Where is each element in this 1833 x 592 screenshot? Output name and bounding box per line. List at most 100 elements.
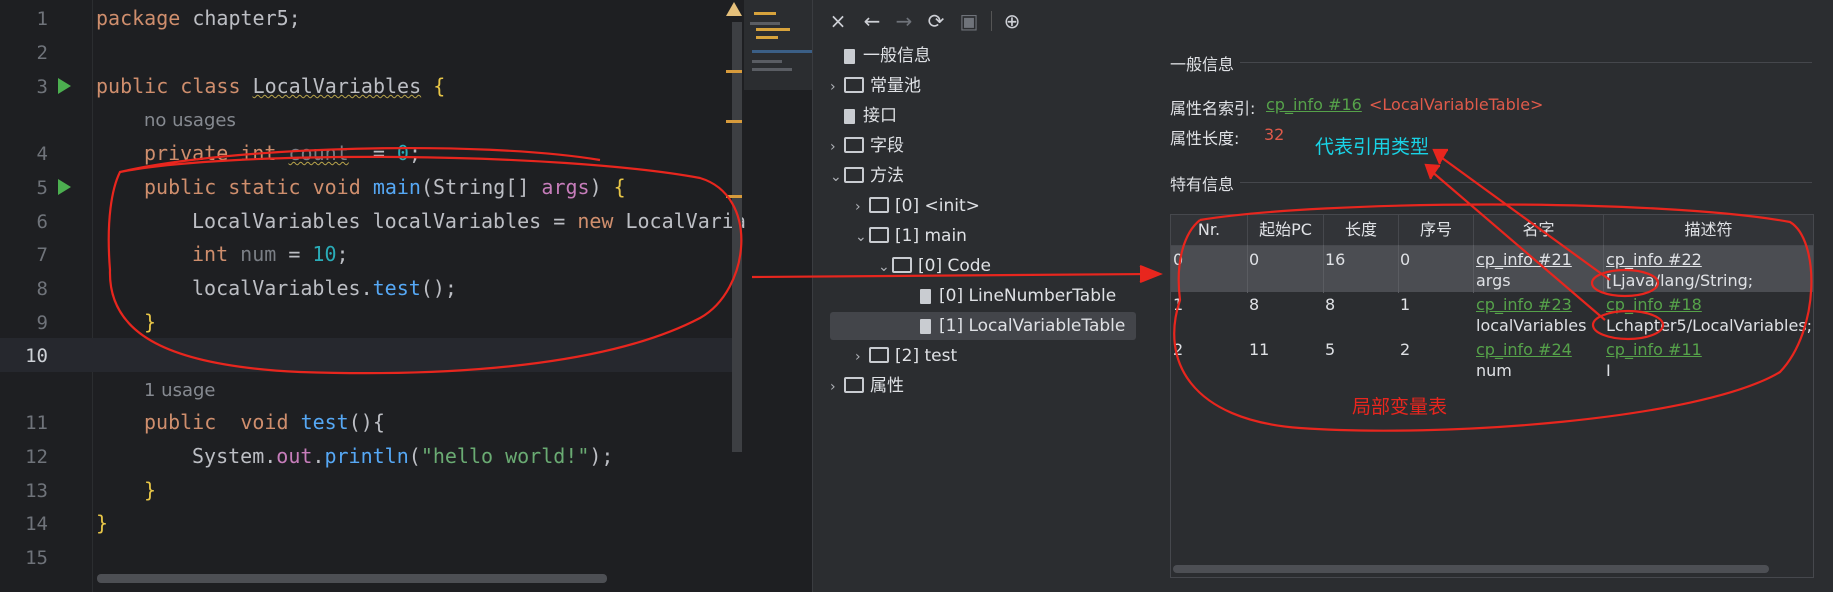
col-header-name[interactable]: 名字 xyxy=(1474,215,1604,246)
line-number: 1 xyxy=(36,8,48,30)
table-row[interactable]: 1 8 8 1 cp_info #23 localVariables cp_inf… xyxy=(1171,291,1813,337)
chevron-down-icon: ⌄ xyxy=(855,229,867,245)
line-number: 13 xyxy=(25,480,48,502)
column-separator xyxy=(1473,245,1474,293)
cell-descriptor: cp_info #22 [Ljava/lang/String; xyxy=(1606,250,1754,290)
save-icon[interactable]: ▣ xyxy=(958,10,980,32)
name-link[interactable]: cp_info #24 xyxy=(1476,340,1572,359)
code-line-6: LocalVariables localVariables = new Loca… xyxy=(192,209,746,233)
code-line-13: } xyxy=(144,478,157,502)
tree-item-constant-pool[interactable]: › 常量池 xyxy=(830,72,921,100)
cell-length: 16 xyxy=(1325,250,1346,269)
attr-name-index-link[interactable]: cp_info #16 xyxy=(1266,95,1362,114)
code-line-1: package chapter5; xyxy=(96,6,301,30)
code-line-3: public class LocalVariables { xyxy=(96,74,446,98)
folder-icon xyxy=(892,257,912,273)
cell-name: cp_info #21 args xyxy=(1476,250,1572,290)
col-header-descriptor[interactable]: 描述符 xyxy=(1604,215,1813,246)
attr-length-label: 属性长度: xyxy=(1170,129,1240,148)
forward-icon[interactable]: → xyxy=(893,10,915,32)
close-icon[interactable]: × xyxy=(827,10,849,32)
warning-marker[interactable] xyxy=(726,70,742,73)
chevron-down-icon: ⌄ xyxy=(878,259,890,275)
folder-icon xyxy=(869,347,889,363)
back-icon[interactable]: ← xyxy=(861,10,883,32)
col-header-index[interactable]: 序号 xyxy=(1399,215,1474,246)
tree-item-attributes[interactable]: › 属性 xyxy=(830,372,904,400)
chevron-right-icon: › xyxy=(855,199,861,215)
descriptor-link[interactable]: cp_info #11 xyxy=(1606,340,1702,359)
tree-item-methods[interactable]: ⌄ 方法 xyxy=(830,162,904,190)
table-row[interactable]: 0 0 16 0 cp_info #21 args cp_info #22 [Lja… xyxy=(1171,246,1813,292)
tree-item-init[interactable]: › [0] <init> xyxy=(855,192,980,220)
chevron-right-icon: › xyxy=(830,379,836,395)
column-separator xyxy=(1323,245,1324,293)
table-row[interactable]: 2 11 5 2 cp_info #24 num cp_info #11 I xyxy=(1171,336,1813,382)
globe-icon[interactable]: ⊕ xyxy=(1001,10,1023,32)
attr-name-index-label: 属性名索引: xyxy=(1170,99,1256,118)
section-specific-title: 特有信息 xyxy=(1170,175,1235,194)
folder-icon xyxy=(869,197,889,213)
tree-item-test[interactable]: › [2] test xyxy=(855,342,957,370)
warning-icon[interactable] xyxy=(726,2,742,16)
attr-length-value: 32 xyxy=(1264,125,1285,144)
line-number: 15 xyxy=(25,547,48,569)
file-icon xyxy=(920,289,931,304)
line-number: 8 xyxy=(36,278,48,300)
file-icon xyxy=(920,319,931,334)
annotation-ref-type: 代表引用类型 xyxy=(1315,136,1430,158)
toolbar-separator xyxy=(991,11,992,31)
vertical-scrollbar[interactable] xyxy=(732,22,742,452)
column-separator xyxy=(1247,245,1248,293)
file-icon xyxy=(844,109,855,124)
cell-descriptor: cp_info #18 Lchapter5/LocalVariables; xyxy=(1606,295,1813,335)
cell-start-pc: 0 xyxy=(1249,250,1260,269)
folder-icon xyxy=(844,137,864,153)
usage-hint[interactable]: no usages xyxy=(144,110,236,131)
tree-item-local-variable-table[interactable]: [1] LocalVariableTable xyxy=(830,312,1136,340)
cell-start-pc: 11 xyxy=(1249,340,1270,359)
cell-name: cp_info #23 localVariables xyxy=(1476,295,1587,335)
attr-name-index-value: <LocalVariableTable> xyxy=(1369,95,1544,114)
run-main-icon[interactable] xyxy=(58,179,71,195)
divider xyxy=(1240,62,1812,63)
tree-item-line-number-table[interactable]: [0] LineNumberTable xyxy=(920,282,1116,310)
minimap[interactable] xyxy=(744,0,812,90)
tree-item-fields[interactable]: › 字段 xyxy=(830,132,904,160)
chevron-right-icon: › xyxy=(855,349,861,365)
annotation-local-var-table: 局部变量表 xyxy=(1352,396,1448,418)
warning-marker[interactable] xyxy=(726,195,742,198)
line-number: 6 xyxy=(36,211,48,233)
code-line-4: private int count = 0; xyxy=(144,141,421,165)
tree-item-interfaces[interactable]: 接口 xyxy=(830,102,897,130)
table-horizontal-scrollbar[interactable] xyxy=(1173,565,1769,573)
folder-icon xyxy=(869,227,889,243)
tree-item-general[interactable]: 一般信息 xyxy=(830,42,931,70)
col-header-length[interactable]: 长度 xyxy=(1324,215,1399,246)
column-separator xyxy=(1398,245,1399,293)
section-general-title: 一般信息 xyxy=(1170,55,1235,74)
tree-item-code[interactable]: ⌄ [0] Code xyxy=(878,252,991,280)
code-editor[interactable]: 1 2 3 4 5 6 7 8 9 10 11 12 13 14 15 pack… xyxy=(0,0,812,592)
code-line-14: } xyxy=(96,511,109,535)
descriptor-link[interactable]: cp_info #22 xyxy=(1606,250,1702,269)
tree-item-main[interactable]: ⌄ [1] main xyxy=(855,222,967,250)
warning-marker[interactable] xyxy=(726,120,742,123)
descriptor-link[interactable]: cp_info #18 xyxy=(1606,295,1702,314)
col-header-nr[interactable]: Nr. xyxy=(1171,215,1248,246)
folder-icon xyxy=(844,167,864,183)
col-header-start-pc[interactable]: 起始PC xyxy=(1248,215,1324,246)
usage-hint[interactable]: 1 usage xyxy=(144,380,216,401)
line-number: 4 xyxy=(36,143,48,165)
cell-index: 2 xyxy=(1400,340,1411,359)
chevron-right-icon: › xyxy=(830,139,836,155)
horizontal-scrollbar[interactable] xyxy=(97,574,607,583)
name-link[interactable]: cp_info #21 xyxy=(1476,250,1572,269)
name-link[interactable]: cp_info #23 xyxy=(1476,295,1572,314)
refresh-icon[interactable]: ⟳ xyxy=(925,10,947,32)
run-class-icon[interactable] xyxy=(58,78,71,94)
line-number: 3 xyxy=(36,76,48,98)
code-line-8: localVariables.test(); xyxy=(192,276,457,300)
line-number: 12 xyxy=(25,446,48,468)
cell-nr: 1 xyxy=(1173,295,1184,314)
